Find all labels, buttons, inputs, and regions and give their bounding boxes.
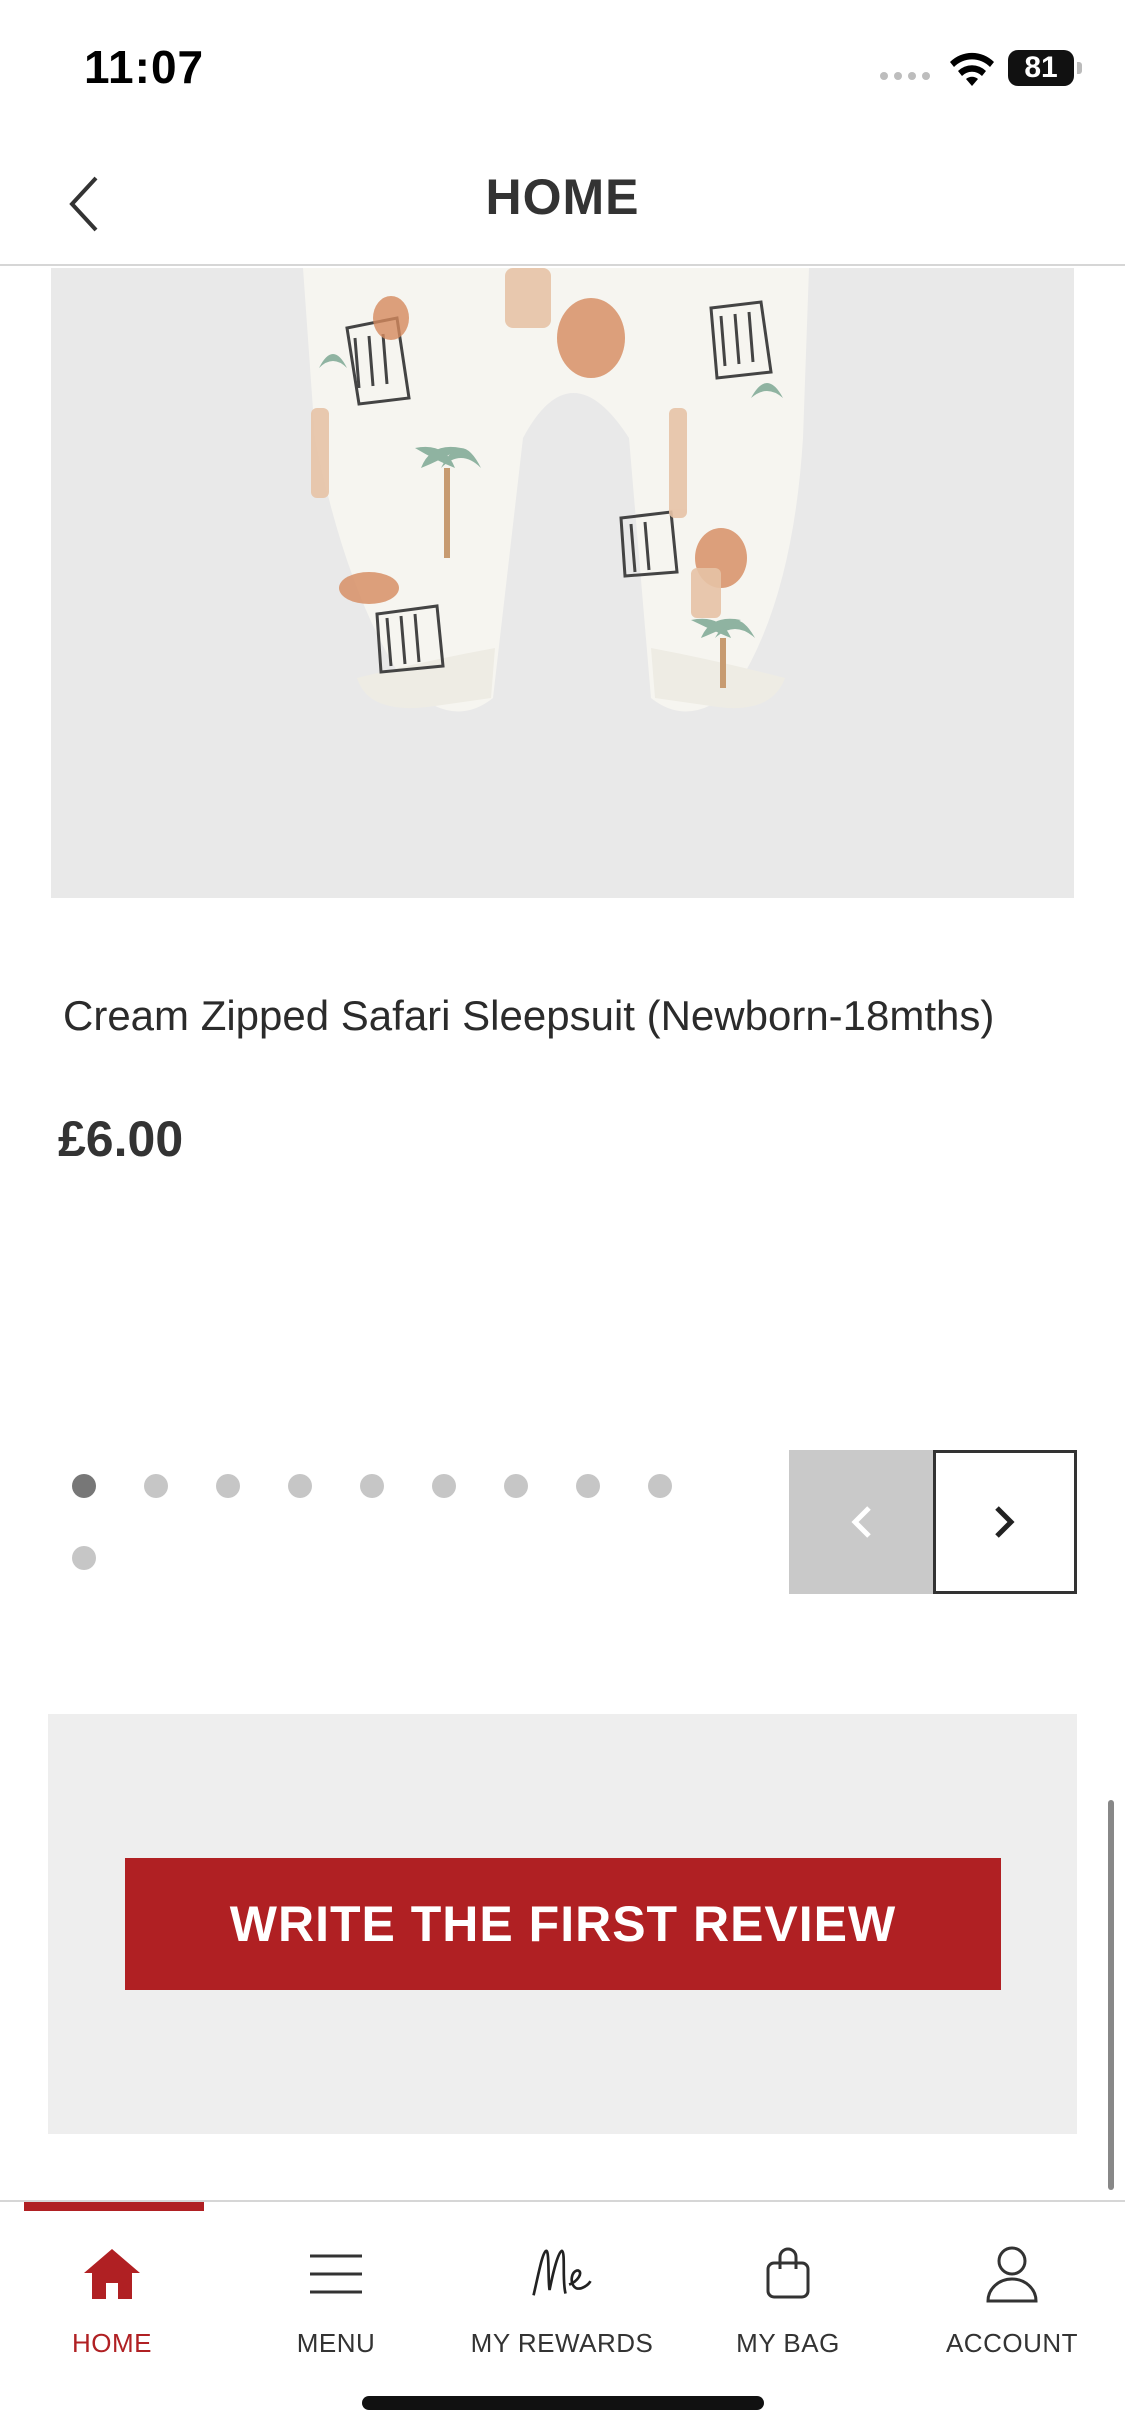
carousel-dot[interactable] — [144, 1474, 168, 1498]
carousel-next-button[interactable] — [933, 1450, 1077, 1594]
carousel-dot[interactable] — [432, 1474, 456, 1498]
battery-icon: 81 — [1008, 50, 1082, 86]
carousel-dot[interactable] — [648, 1474, 672, 1498]
carousel-dot[interactable] — [360, 1474, 384, 1498]
chevron-left-icon — [851, 1506, 871, 1538]
product-price: £6.00 — [58, 1111, 184, 1167]
battery-level: 81 — [1024, 51, 1058, 84]
account-icon — [980, 2242, 1044, 2306]
menu-icon — [304, 2242, 368, 2306]
status-time: 11:07 — [84, 41, 205, 93]
nav-label: MENU — [296, 2328, 376, 2358]
active-tab-indicator — [24, 2202, 204, 2211]
carousel-dot[interactable] — [504, 1474, 528, 1498]
nav-item-home[interactable]: HOME — [12, 2222, 212, 2362]
carousel-dot[interactable] — [72, 1546, 96, 1570]
nav-label: MY BAG — [736, 2328, 840, 2358]
page-title: HOME — [485, 169, 640, 225]
carousel-dot[interactable] — [576, 1474, 600, 1498]
product-image[interactable] — [51, 268, 1074, 898]
sleepsuit-illustration — [303, 268, 809, 712]
app-header: HOME — [0, 140, 1125, 266]
carousel-pagination — [72, 1474, 732, 1618]
rewards-me-icon — [530, 2242, 594, 2306]
carousel-dot[interactable] — [216, 1474, 240, 1498]
home-icon — [80, 2242, 144, 2306]
status-bar: 11:07 81 — [0, 0, 1125, 140]
nav-label: ACCOUNT — [945, 2328, 1079, 2358]
chevron-right-icon — [995, 1506, 1015, 1538]
cellular-signal-icon — [880, 72, 930, 80]
carousel-dot[interactable] — [288, 1474, 312, 1498]
write-review-button[interactable]: WRITE THE FIRST REVIEW — [125, 1858, 1001, 1990]
wifi-icon — [950, 52, 994, 86]
home-indicator — [362, 2396, 764, 2410]
product-page: 11:07 81 HOME Cream Zipped Safari Sleeps… — [0, 0, 1125, 2436]
nav-item-account[interactable]: ACCOUNT — [912, 2222, 1112, 2362]
scrollbar[interactable] — [1108, 1800, 1114, 2190]
nav-item-menu[interactable]: MENU — [236, 2222, 436, 2362]
carousel-dot[interactable] — [72, 1474, 96, 1498]
reviews-section: WRITE THE FIRST REVIEW — [48, 1714, 1077, 2134]
nav-item-my-rewards[interactable]: MY REWARDS — [462, 2222, 662, 2362]
nav-label: HOME — [72, 2328, 152, 2358]
product-name: Cream Zipped Safari Sleepsuit (Newborn-1… — [63, 992, 995, 1039]
nav-item-my-bag[interactable]: MY BAG — [688, 2222, 888, 2362]
bag-icon — [756, 2242, 820, 2306]
carousel-prev-button[interactable] — [789, 1450, 933, 1594]
nav-label: MY REWARDS — [470, 2328, 654, 2358]
